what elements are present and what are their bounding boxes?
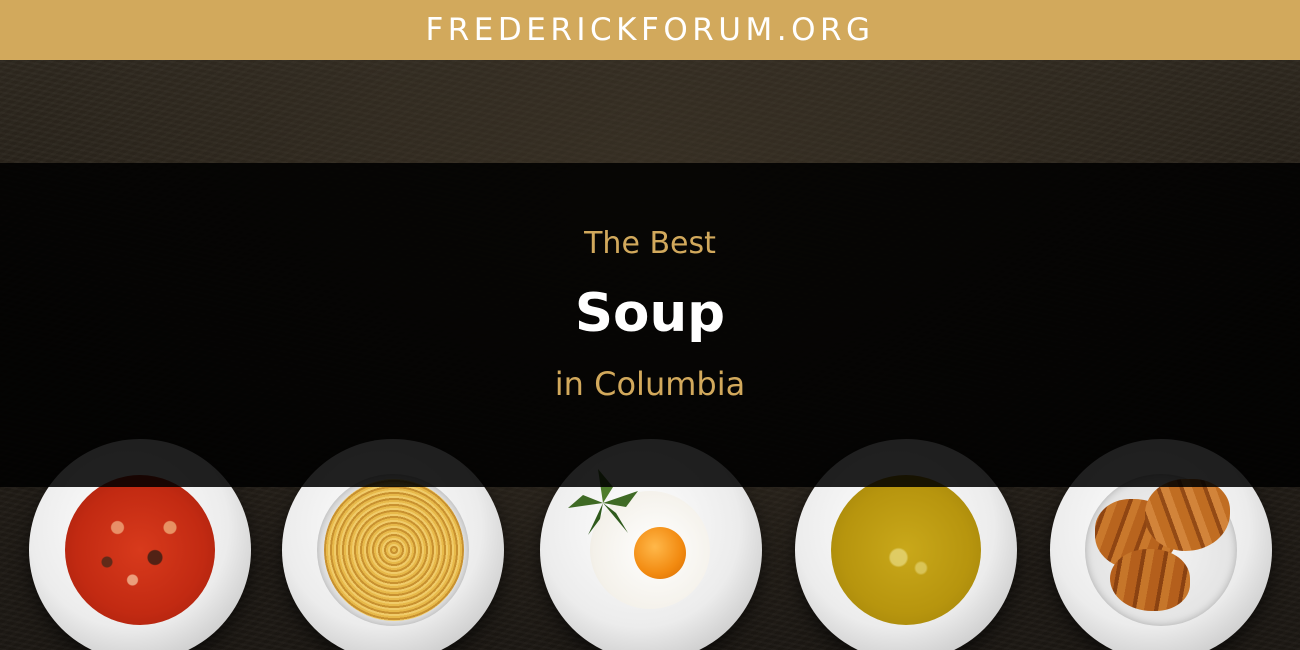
cream-soup-image bbox=[831, 475, 981, 625]
spaghetti-image bbox=[324, 479, 464, 621]
minestrone-soup-image bbox=[65, 475, 215, 625]
croissant-image bbox=[1110, 549, 1190, 611]
site-header-bar: FREDERICKFORUM.ORG bbox=[0, 0, 1300, 60]
headline-intro: The Best bbox=[584, 226, 716, 261]
headline-location: in Columbia bbox=[554, 365, 746, 403]
site-name[interactable]: FREDERICKFORUM.ORG bbox=[425, 12, 874, 48]
headline-title: Soup bbox=[574, 283, 726, 344]
page: FREDERICKFORUM.ORG The Best Soup in Colu… bbox=[0, 0, 1300, 650]
